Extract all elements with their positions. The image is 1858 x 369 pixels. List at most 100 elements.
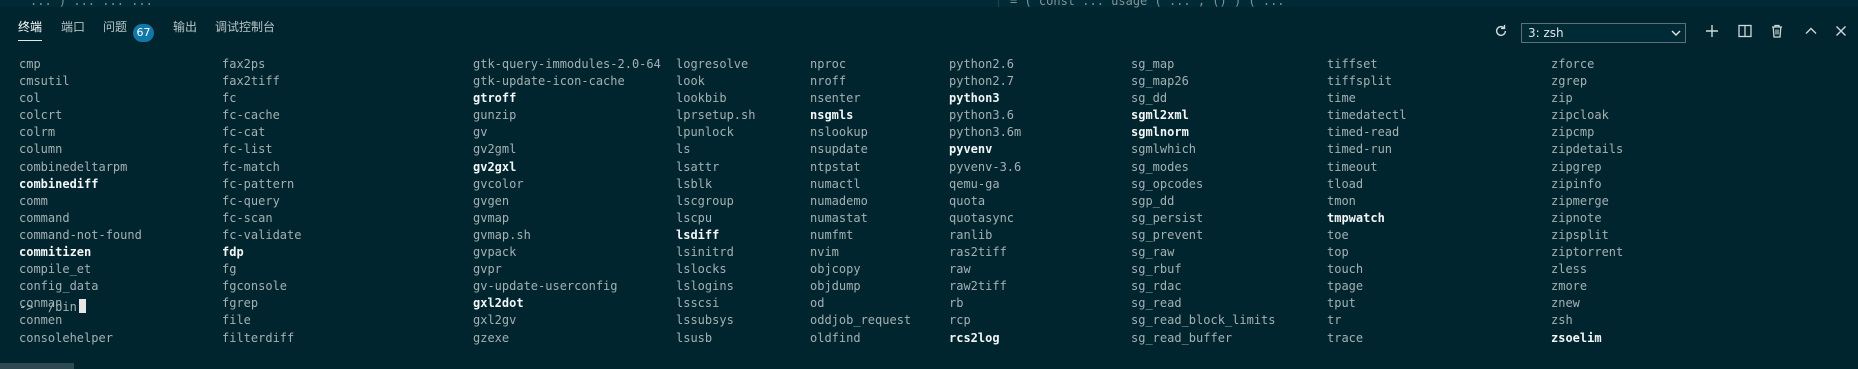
ls-entry: ntpstat bbox=[810, 159, 861, 174]
ls-entry: sg_prevent bbox=[1131, 227, 1204, 242]
ls-column: gtk-query-immodules-2.0-64 gtk-update-ico… bbox=[473, 56, 661, 347]
terminal-select[interactable]: 3: zsh bbox=[1521, 23, 1686, 43]
ls-entry: timedatectl bbox=[1327, 108, 1407, 123]
chevron-up-icon[interactable] bbox=[1801, 23, 1821, 43]
ls-entry: lsinitrd bbox=[676, 245, 734, 260]
ls-entry: lsusb bbox=[676, 330, 713, 345]
ls-entry: gvgen bbox=[473, 193, 510, 208]
ls-entry: gv bbox=[473, 125, 488, 140]
ls-entry: lsscsi bbox=[676, 296, 720, 311]
ls-entry: sg_persist bbox=[1131, 210, 1204, 225]
ls-entry: tiffset bbox=[1327, 57, 1378, 71]
terminal-output[interactable]: cmp cmsutil col colcrt colrm column combinedel… bbox=[0, 44, 1858, 369]
ls-entry: timed-read bbox=[1327, 125, 1400, 140]
prompt-arrow: -> bbox=[19, 300, 34, 314]
ls-entry: lslocks bbox=[676, 262, 727, 277]
ls-entry: nsgmls bbox=[810, 108, 854, 123]
ls-entry: zipcloak bbox=[1551, 108, 1609, 123]
ls-entry: lprsetup.sh bbox=[676, 108, 756, 123]
ls-entry: colcrt bbox=[19, 108, 63, 123]
ls-entry: command bbox=[19, 210, 70, 225]
ls-entry: file bbox=[222, 313, 251, 328]
ls-entry: qemu-ga bbox=[949, 176, 1000, 191]
ls-entry: sg_read_buffer bbox=[1131, 330, 1233, 345]
ls-entry: gvmap.sh bbox=[473, 227, 531, 242]
ls-entry: sg_map bbox=[1131, 57, 1175, 71]
ls-entry: zmore bbox=[1551, 279, 1588, 294]
ls-entry: tiffsplit bbox=[1327, 74, 1393, 89]
ls-entry: zgrep bbox=[1551, 74, 1588, 89]
ls-entry: fgconsole bbox=[222, 279, 288, 294]
tab-output[interactable]: 输出 bbox=[173, 18, 197, 40]
close-icon[interactable] bbox=[1831, 23, 1851, 43]
ls-column: zforce zgrep zip zipcloak zipcmp zipdetails zi… bbox=[1551, 56, 1623, 347]
shell-prompt[interactable]: -> /bin bbox=[19, 299, 86, 316]
tab-terminal[interactable]: 终端 bbox=[18, 18, 43, 41]
ls-entry: rcs2log bbox=[949, 330, 1000, 345]
ls-entry: gvpr bbox=[473, 262, 502, 277]
refresh-icon[interactable] bbox=[1491, 23, 1511, 43]
ls-entry: sg_read_block_limits bbox=[1131, 313, 1276, 328]
horizontal-scrollbar[interactable] bbox=[0, 363, 74, 369]
ls-entry: gv2gml bbox=[473, 142, 517, 157]
ls-entry: sg_rdac bbox=[1131, 279, 1182, 294]
ls-entry: numfmt bbox=[810, 227, 854, 242]
ls-entry: gxl2gv bbox=[473, 313, 517, 328]
ls-entry: combinediff bbox=[19, 176, 99, 191]
ls-entry: nvim bbox=[810, 245, 839, 260]
ls-entry: fc-pattern bbox=[222, 176, 295, 191]
ls-entry: fc-list bbox=[222, 142, 273, 157]
ls-entry: ras2tiff bbox=[949, 245, 1007, 260]
editor-split-divider bbox=[998, 0, 999, 7]
ls-entry: fax2ps bbox=[222, 57, 266, 71]
ls-entry: oddjob_request bbox=[810, 313, 912, 328]
ls-entry: fc-query bbox=[222, 193, 280, 208]
ls-entry: sgml2xml bbox=[1131, 108, 1189, 123]
ls-entry: sg_map26 bbox=[1131, 74, 1189, 89]
ls-entry: python3 bbox=[949, 91, 1000, 106]
ls-entry: zsoelim bbox=[1551, 330, 1602, 345]
ls-entry: sg_dd bbox=[1131, 91, 1168, 106]
ls-entry: timed-run bbox=[1327, 142, 1393, 157]
tab-ports[interactable]: 端口 bbox=[61, 18, 85, 40]
ls-entry: look bbox=[676, 74, 705, 89]
ls-entry: sg_rbuf bbox=[1131, 262, 1182, 277]
ls-entry: pyvenv bbox=[949, 142, 993, 157]
ls-entry: lsblk bbox=[676, 176, 713, 191]
ls-entry: python3.6m bbox=[949, 125, 1022, 140]
split-icon[interactable] bbox=[1735, 23, 1755, 43]
ls-entry: tload bbox=[1327, 176, 1364, 191]
trash-icon[interactable] bbox=[1767, 23, 1787, 43]
prompt-cwd: /bin bbox=[47, 300, 77, 314]
ls-entry: sgmlwhich bbox=[1131, 142, 1197, 157]
ls-entry: trace bbox=[1327, 330, 1364, 345]
ls-entry: python2.6 bbox=[949, 57, 1015, 71]
ls-entry: fg bbox=[222, 262, 237, 277]
tab-problems[interactable]: 问题 bbox=[103, 18, 127, 40]
ls-entry: lslogins bbox=[676, 279, 734, 294]
ls-entry: toe bbox=[1327, 227, 1349, 242]
ls-entry: filterdiff bbox=[222, 330, 295, 345]
ls-entry: zipdetails bbox=[1551, 142, 1624, 157]
ls-entry: numastat bbox=[810, 210, 868, 225]
ls-entry: objdump bbox=[810, 279, 861, 294]
ls-entry: zipnote bbox=[1551, 210, 1602, 225]
ls-entry: tput bbox=[1327, 296, 1356, 311]
ls-entry: quotasync bbox=[949, 210, 1015, 225]
ls-entry: ls bbox=[676, 142, 691, 157]
ls-entry: fax2tiff bbox=[222, 74, 280, 89]
ls-entry: zipcmp bbox=[1551, 125, 1595, 140]
terminal-cursor bbox=[78, 299, 86, 313]
ls-entry: zipinfo bbox=[1551, 176, 1602, 191]
ls-entry: gxl2dot bbox=[473, 296, 524, 311]
ls-entry: rb bbox=[949, 296, 964, 311]
plus-icon[interactable] bbox=[1702, 23, 1722, 43]
ls-entry: compile_et bbox=[19, 262, 92, 277]
problems-count-badge: 67 bbox=[133, 24, 154, 42]
tab-debug-console[interactable]: 调试控制台 bbox=[215, 18, 275, 40]
ls-entry: fc bbox=[222, 91, 237, 106]
ls-entry: zipsplit bbox=[1551, 227, 1609, 242]
ls-entry: tr bbox=[1327, 313, 1342, 328]
ls-entry: nsupdate bbox=[810, 142, 868, 157]
ls-column: fax2ps fax2tiff fc fc-cache fc-cat fc-list fc-… bbox=[222, 56, 301, 347]
